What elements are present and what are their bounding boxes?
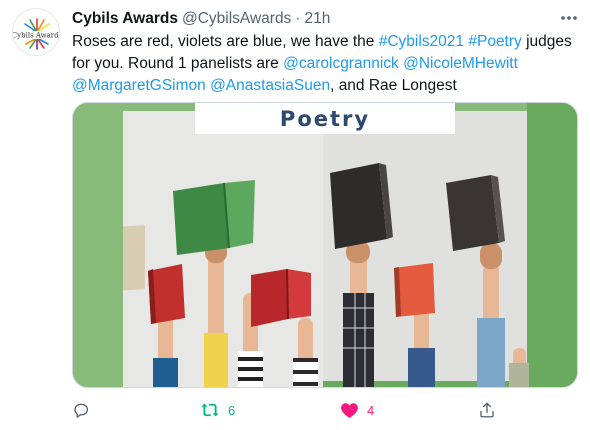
tweet-media[interactable]: Poetry [72, 102, 578, 388]
book-coral [394, 263, 435, 317]
reply-icon [74, 403, 89, 418]
like-button[interactable]: 4 [340, 398, 374, 422]
tweet-text-segment: Roses are red, violets are blue, we have… [72, 33, 379, 50]
tweet-link[interactable]: @carolcgrannick [283, 55, 399, 72]
like-count: 4 [367, 402, 375, 418]
poetry-photo [73, 103, 577, 387]
tweet-text-segment: , and Rae Longest [330, 77, 457, 94]
tweet-header: Cybils Awards @CybilsAwards · 21h [72, 8, 578, 30]
book-dark-right [446, 175, 505, 251]
book-green [173, 180, 255, 255]
share-icon [480, 402, 494, 418]
heart-icon [341, 403, 358, 418]
tweet-link[interactable]: @AnastasiaSuen [210, 77, 330, 94]
tweet-text: Roses are red, violets are blue, we have… [72, 31, 582, 97]
cybils-logo: Cybils Awards [13, 18, 60, 50]
separator: · [295, 10, 301, 27]
author-handle[interactable]: @CybilsAwards [182, 10, 291, 28]
retweet-count: 6 [228, 402, 236, 418]
share-button[interactable] [478, 398, 504, 422]
retweet-icon [201, 403, 219, 417]
book-red-small [148, 264, 185, 324]
tweet-link[interactable]: #Cybils2021 [379, 33, 464, 50]
tweet-link[interactable]: @NicoleMHewitt [403, 55, 518, 72]
reply-button[interactable] [72, 398, 98, 422]
retweet-button[interactable]: 6 [200, 398, 235, 422]
book-dark-tall [330, 163, 393, 249]
action-bar: 6 4 [72, 398, 512, 422]
avatar[interactable]: Cybils Awards [12, 8, 60, 56]
svg-text:Cybils Awards: Cybils Awards [13, 32, 60, 40]
tweet-link[interactable]: @MargaretGSimon [72, 77, 206, 94]
more-icon[interactable] [558, 8, 580, 28]
media-title: Poetry [279, 106, 371, 131]
timestamp[interactable]: 21h [304, 10, 330, 28]
author-name[interactable]: Cybils Awards [72, 10, 178, 28]
tweet-link[interactable]: #Poetry [468, 33, 521, 50]
